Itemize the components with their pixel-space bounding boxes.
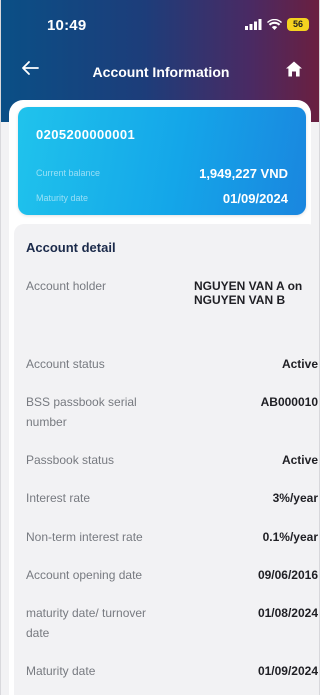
row-value: Active	[281, 357, 318, 371]
home-button[interactable]	[285, 60, 311, 86]
row-label: maturity date/ turnover date	[26, 606, 147, 640]
signal-icon	[245, 19, 262, 30]
row-value: 09/06/2016	[257, 568, 318, 582]
status-icons: 56	[245, 18, 309, 31]
account-detail-panel: Account detail Account holder NGUYEN VAN…	[14, 224, 318, 695]
page-title: Account Information	[92, 64, 230, 80]
row-label: Account status	[26, 357, 105, 371]
row-value: 01/09/2024	[257, 664, 318, 678]
row-label: Interest rate	[26, 491, 91, 505]
account-number: 0205200000001	[36, 127, 136, 142]
section-title: Account detail	[26, 240, 116, 255]
status-bar: 10:49 56	[1, 0, 319, 52]
row-label: Maturity date	[26, 664, 96, 678]
row-label: Account opening date	[26, 568, 143, 582]
nav-bar: Account Information	[1, 56, 319, 90]
wifi-icon	[267, 19, 282, 30]
account-card: 0205200000001 Current balance 1,949,227 …	[18, 107, 306, 215]
current-balance-label: Current balance	[36, 168, 101, 178]
card-maturity-value: 01/09/2024	[222, 191, 288, 206]
row-label: BSS passbook serial number	[26, 395, 137, 429]
row-label: Non-term interest rate	[26, 530, 143, 544]
row-value: Active	[281, 453, 318, 467]
row-label: Account holder	[26, 279, 107, 293]
row-value: 01/08/2024	[257, 606, 318, 620]
row-value: 3%/year	[272, 491, 318, 505]
battery-icon: 56	[287, 18, 309, 31]
row-value: 0.1%/year	[262, 530, 318, 544]
row-label: Passbook status	[26, 453, 115, 467]
current-balance-value: 1,949,227 VND	[199, 166, 288, 181]
app-screen: 10:49 56 Account Information 02052000000…	[0, 0, 320, 695]
row-value: NGUYEN VAN A on NGUYEN VAN B	[194, 279, 303, 307]
home-icon	[286, 61, 302, 77]
row-value: AB000010	[260, 395, 318, 409]
status-time: 10:49	[47, 17, 87, 34]
card-maturity-label: Maturity date	[36, 193, 89, 203]
